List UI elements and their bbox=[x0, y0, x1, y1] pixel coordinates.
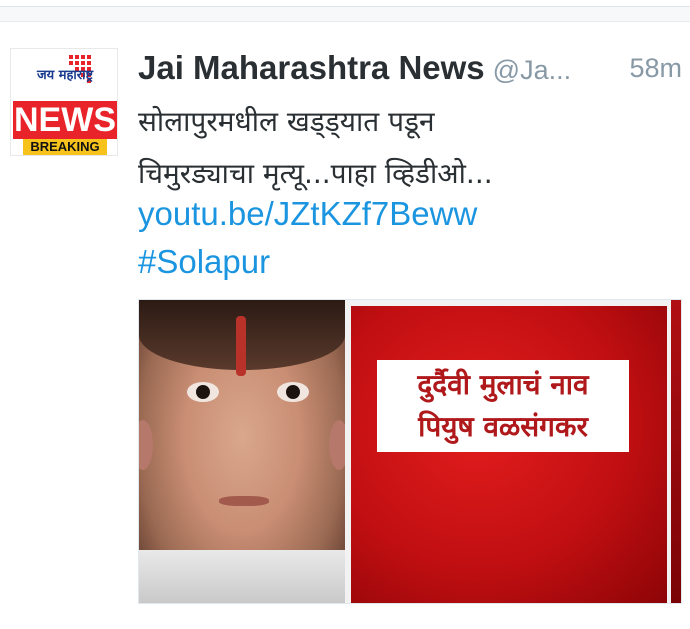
brand-text: जय महाराष्ट्र bbox=[36, 68, 94, 83]
author-handle[interactable]: @Ja... bbox=[493, 55, 571, 85]
author-name[interactable]: Jai Maharashtra News bbox=[138, 49, 485, 86]
tweet-text: सोलापुरमधील खड्ड्यात पडून चिमुरड्याचा मृ… bbox=[138, 96, 678, 200]
tweet-media[interactable]: दुर्दैवी मुलाचं नाव पियुष वळसंगकर bbox=[138, 299, 682, 604]
breaking-label: BREAKING bbox=[23, 139, 107, 155]
tweet-link[interactable]: youtu.be/JZtKZf7Beww bbox=[138, 190, 477, 238]
brand-logo-icon: जय महाराष्ट्र bbox=[36, 55, 94, 83]
tweet-timestamp[interactable]: 58m bbox=[619, 46, 682, 90]
media-caption-line: दुर्दैवी मुलाचं नाव bbox=[417, 368, 589, 401]
hashtag-link[interactable]: #Solapur bbox=[138, 238, 270, 286]
tweet-text-line: सोलापुरमधील खड्ड्यात पडून bbox=[138, 105, 435, 138]
media-caption: दुर्दैवी मुलाचं नाव पियुष वळसंगकर bbox=[377, 360, 629, 452]
child-photo bbox=[139, 300, 349, 603]
news-graphic-panel: दुर्दैवी मुलाचं नाव पियुष वळसंगकर bbox=[345, 300, 681, 603]
news-label: NEWS bbox=[13, 101, 117, 139]
avatar[interactable]: जय महाराष्ट्र NEWS BREAKING bbox=[10, 48, 118, 156]
media-caption-line: पियुष वळसंगकर bbox=[418, 410, 588, 443]
top-divider bbox=[0, 6, 690, 22]
tweet-header: Jai Maharashtra News @Ja... bbox=[138, 46, 688, 90]
